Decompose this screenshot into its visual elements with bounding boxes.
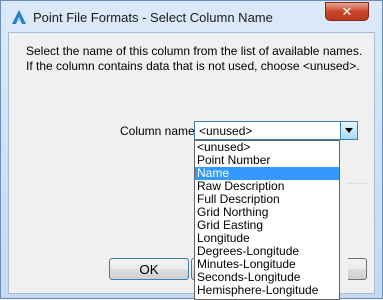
chevron-down-icon [345, 128, 353, 133]
column-name-combobox[interactable]: <unused> [194, 121, 358, 140]
column-name-label: Column name: [120, 124, 199, 138]
title-bar[interactable]: Point File Formats - Select Column Name … [1, 1, 382, 33]
dialog-window: Point File Formats - Select Column Name … [0, 0, 383, 300]
instruction-line-1: Select the name of this column from the … [26, 44, 363, 58]
civil3d-app-icon [12, 10, 26, 24]
column-name-value: <unused> [199, 124, 253, 138]
close-icon: ✕ [341, 4, 353, 19]
instruction-line-2: If the column contains data that is not … [26, 59, 360, 73]
close-button[interactable]: ✕ [325, 2, 369, 21]
help-button[interactable] [348, 258, 367, 280]
option-hemisphere-longitude[interactable]: Hemisphere-Longitude [195, 284, 339, 297]
dropdown-toggle[interactable] [340, 122, 357, 139]
divider [348, 183, 367, 184]
window-title: Point File Formats - Select Column Name [33, 10, 273, 25]
column-name-dropdown-list: <unused> Point Number Name Raw Descripti… [194, 140, 340, 300]
ok-button[interactable]: OK [109, 258, 189, 280]
